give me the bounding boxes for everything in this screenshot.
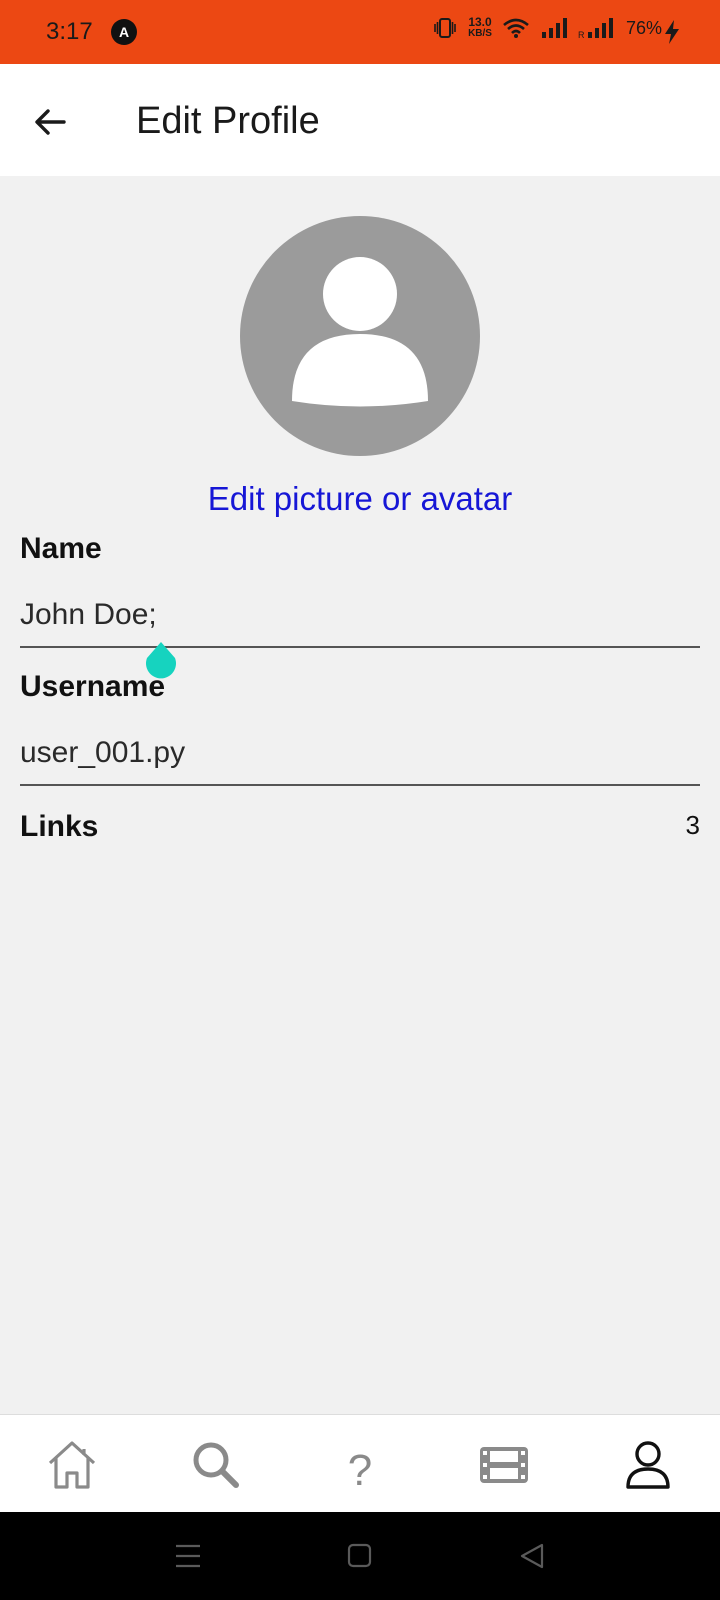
person-placeholder-icon	[292, 257, 428, 407]
page-title: Edit Profile	[136, 100, 320, 142]
system-nav-bar	[0, 1512, 720, 1600]
status-icons: 13.0 KB/S R 76%	[432, 16, 662, 40]
app-bar: Edit Profile	[0, 64, 720, 176]
signal-roaming-icon: R	[578, 18, 613, 39]
notification-app-icon: A	[111, 19, 137, 45]
svg-text:?: ?	[348, 1446, 372, 1495]
home-icon[interactable]	[42, 1435, 102, 1495]
name-label: Name	[20, 532, 102, 565]
username-label: Username	[20, 670, 166, 703]
wifi-icon	[503, 18, 529, 38]
back-triangle-icon[interactable]	[518, 1542, 546, 1570]
status-bar: 3:17 A 13.0 KB/S R 76%	[0, 0, 720, 64]
film-icon[interactable]	[474, 1435, 534, 1495]
status-time: 3:17	[46, 18, 93, 45]
edit-picture-link[interactable]: Edit picture or avatar	[0, 480, 720, 518]
profile-icon[interactable]	[618, 1435, 678, 1495]
username-field[interactable]: user_001.py	[20, 726, 700, 786]
menu-icon[interactable]	[174, 1542, 202, 1570]
network-speed: 13.0 KB/S	[468, 16, 492, 40]
name-field-value: John Doe;	[20, 598, 157, 631]
name-field[interactable]: John Doe;	[20, 588, 700, 648]
arrow-back-icon[interactable]	[30, 102, 70, 142]
vibrate-icon	[434, 18, 456, 38]
charging-icon	[665, 20, 679, 44]
links-label[interactable]: Links	[20, 810, 98, 844]
profile-avatar[interactable]	[240, 216, 480, 456]
bottom-nav: ?	[0, 1414, 720, 1513]
battery-level: 76%	[625, 17, 662, 38]
home-square-icon[interactable]	[346, 1542, 374, 1570]
signal-icon	[541, 18, 567, 38]
links-count: 3	[685, 810, 700, 840]
svg-text:R: R	[578, 30, 585, 39]
help-icon[interactable]: ?	[330, 1435, 390, 1495]
search-icon[interactable]	[186, 1435, 246, 1495]
network-speed-value: 13.0	[468, 15, 492, 29]
network-speed-unit: KB/S	[468, 28, 492, 39]
username-field-value: user_001.py	[20, 736, 186, 769]
